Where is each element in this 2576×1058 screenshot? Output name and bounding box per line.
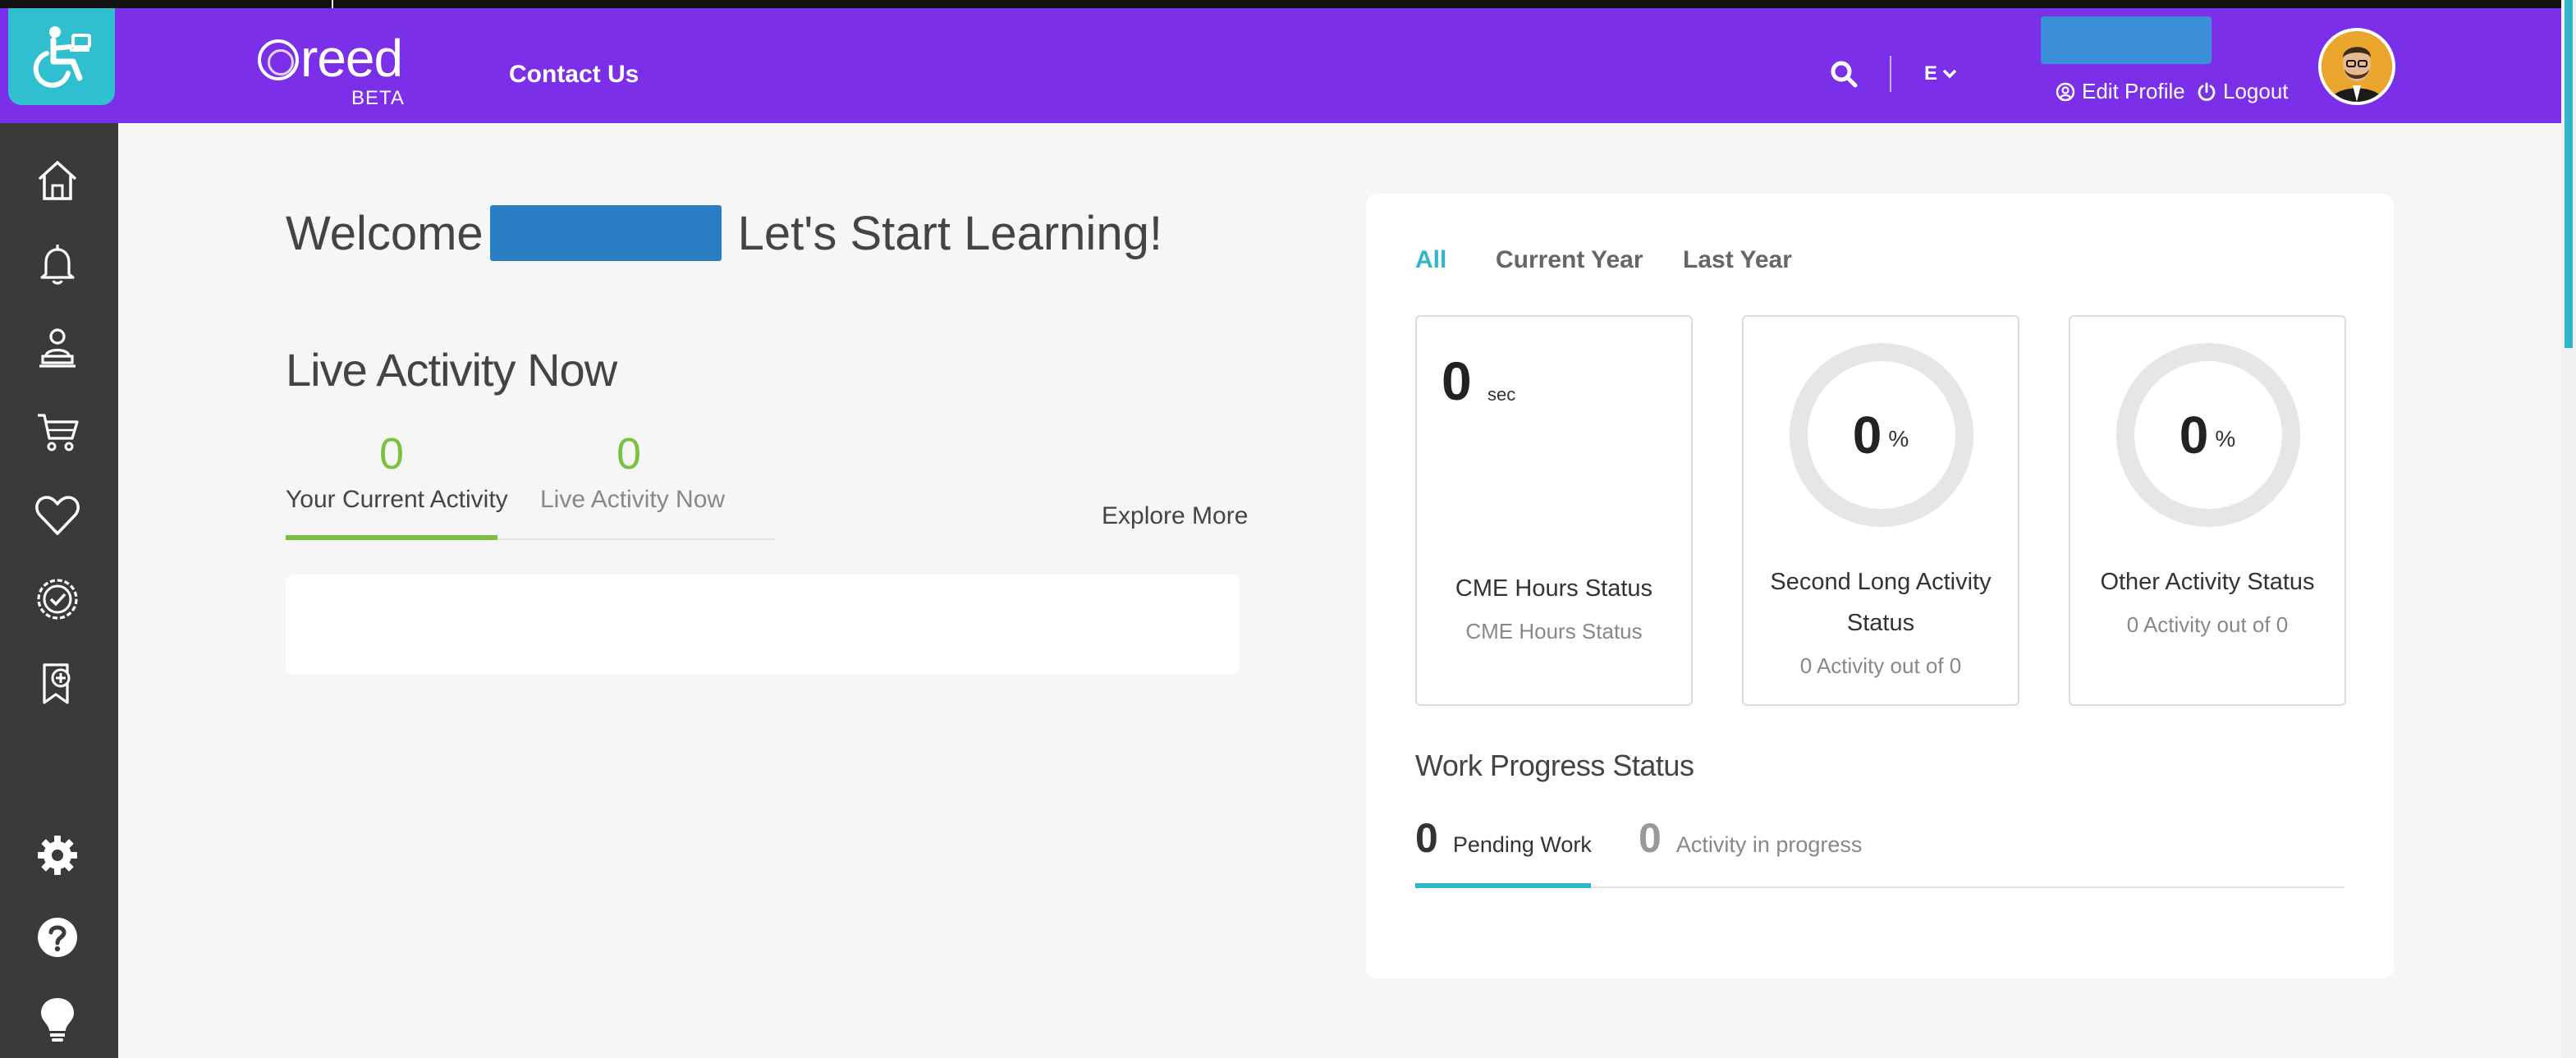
sidebar-item-bookmarks[interactable] [33, 658, 82, 708]
in-progress-count: 0 [1639, 815, 1662, 861]
heart-icon [35, 496, 80, 535]
lightbulb-icon [41, 998, 74, 1042]
other-activity-subtitle: 0 Activity out of 0 [2126, 612, 2289, 637]
activity-tabs: 0 Your Current Activity 0 Live Activity … [286, 427, 775, 540]
explore-more-link[interactable]: Explore More [1102, 502, 1248, 530]
logout-label: Logout [2223, 79, 2289, 103]
cme-hours-subtitle: CME Hours Status [1465, 619, 1643, 644]
work-progress-title: Work Progress Status [1415, 749, 1694, 782]
sidebar-item-help[interactable] [33, 913, 82, 962]
second-long-activity-card[interactable]: 0 % Second Long Activity Status 0 Activi… [1742, 315, 2019, 706]
scrollbar-thumb[interactable] [2565, 0, 2573, 348]
brand-name: reed [300, 29, 403, 88]
user-circle-icon [2056, 82, 2075, 101]
welcome-heading: Welcome Let's Start Learning! [286, 205, 1162, 261]
filter-last-year[interactable]: Last Year [1683, 246, 1792, 274]
language-select[interactable]: E [1924, 62, 1957, 85]
live-activity-count: 0 [616, 429, 642, 479]
accessibility-button[interactable] [8, 8, 115, 105]
cme-hours-value: 0 [1442, 350, 1472, 411]
chevron-down-icon [1942, 69, 1957, 79]
current-activity-count: 0 [378, 429, 405, 479]
sidebar-item-achievements[interactable] [33, 575, 82, 624]
language-label: E [1924, 62, 1938, 85]
user-name-redacted-block [489, 205, 722, 261]
user-name-redacted [2041, 16, 2212, 64]
pending-work-label: Pending Work [1452, 832, 1592, 857]
cme-hours-unit: sec [1487, 384, 1516, 405]
cme-hours-title: CME Hours Status [1455, 575, 1653, 602]
other-activity-percent: 0 [2179, 405, 2209, 465]
tab-live-activity-now[interactable]: 0 Live Activity Now [540, 427, 726, 514]
tab-pending-work[interactable]: 0 Pending Work [1415, 814, 1592, 862]
sidebar-item-favorites[interactable] [33, 491, 82, 540]
filter-current-year[interactable]: Current Year [1496, 246, 1643, 274]
user-photo-icon [2322, 31, 2392, 102]
sidebar-item-notifications[interactable] [33, 240, 82, 289]
bell-icon [40, 245, 75, 285]
contact-us-link[interactable]: Contact Us [509, 61, 639, 89]
help-icon [38, 918, 77, 957]
other-activity-card[interactable]: 0 % Other Activity Status 0 Activity out… [2069, 315, 2346, 706]
tab-activity-in-progress[interactable]: 0 Activity in progress [1639, 814, 1862, 862]
badge-check-icon [37, 579, 78, 620]
tab-your-current-activity[interactable]: 0 Your Current Activity [286, 427, 508, 540]
edit-profile-link[interactable]: Edit Profile [2056, 79, 2185, 104]
in-progress-label: Activity in progress [1675, 832, 1863, 857]
sidebar-item-instructor[interactable] [33, 323, 82, 373]
percent-unit: % [1888, 426, 1909, 451]
gear-icon [38, 836, 77, 875]
sidebar [0, 123, 118, 1058]
filter-all[interactable]: All [1415, 246, 1446, 274]
window-top-bar [0, 0, 2576, 10]
other-activity-title: Other Activity Status [2100, 569, 2315, 595]
logout-link[interactable]: Logout [2197, 79, 2289, 104]
bookmark-plus-icon [43, 663, 71, 704]
percent-unit: % [2215, 426, 2236, 451]
sidebar-item-cart[interactable] [33, 407, 82, 456]
second-activity-title-2: Status [1846, 610, 1915, 636]
second-activity-title-1: Second Long Activity [1770, 569, 1992, 595]
welcome-prefix: Welcome [286, 206, 484, 260]
activity-list-empty [286, 575, 1240, 675]
current-activity-label: Your Current Activity [286, 486, 508, 513]
sidebar-item-settings[interactable] [33, 831, 82, 880]
status-panel: All Current Year Last Year 0 sec CME Hou… [1366, 194, 2394, 978]
beta-badge: BETA [351, 87, 405, 109]
live-activity-label: Live Activity Now [540, 486, 726, 513]
progress-ring-value: 0 % [2070, 343, 2345, 527]
brand-logo[interactable]: reed BETA [258, 29, 422, 109]
work-progress-tabs: 0 Pending Work 0 Activity in progress [1415, 814, 2345, 888]
sidebar-item-home[interactable] [33, 156, 82, 205]
logo-ring-icon [258, 39, 299, 80]
second-activity-subtitle: 0 Activity out of 0 [1799, 653, 1962, 678]
active-tab-underline [1415, 883, 1591, 888]
pending-work-count: 0 [1415, 815, 1438, 861]
avatar[interactable] [2318, 28, 2395, 105]
welcome-suffix: Let's Start Learning! [737, 206, 1162, 260]
instructor-icon [39, 328, 76, 368]
top-header: reed BETA Contact Us E Edit Profile Logo… [0, 8, 2561, 123]
progress-ring-value: 0 % [1744, 343, 2018, 527]
cart-icon [38, 414, 79, 451]
home-icon [38, 161, 77, 200]
live-activity-title: Live Activity Now [286, 344, 617, 396]
cme-hours-card[interactable]: 0 sec CME Hours Status CME Hours Status [1415, 315, 1693, 706]
search-icon [1831, 61, 1858, 88]
wheelchair-icon [33, 26, 91, 88]
power-icon [2198, 82, 2216, 101]
header-divider [1890, 56, 1891, 92]
edit-profile-label: Edit Profile [2082, 79, 2185, 103]
search-button[interactable] [1829, 59, 1862, 92]
second-activity-percent: 0 [1852, 405, 1882, 465]
sidebar-item-tips[interactable] [33, 995, 82, 1044]
